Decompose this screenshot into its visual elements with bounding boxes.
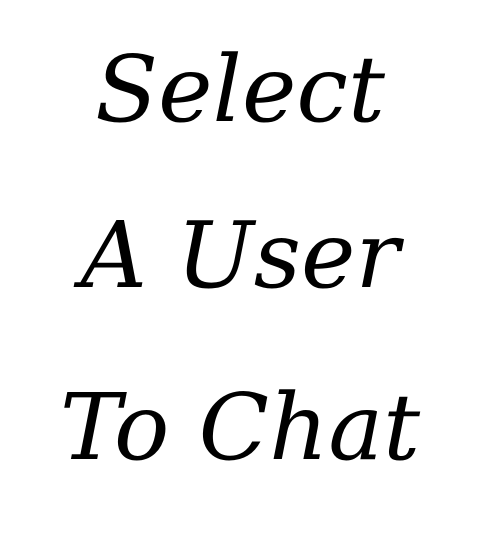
empty-state-message: Select A User To Chat (0, 0, 480, 550)
empty-state-line-to-chat: To Chat (59, 374, 421, 481)
empty-state-line-a-user: A User (80, 202, 400, 309)
empty-state-line-select: Select (95, 36, 385, 143)
